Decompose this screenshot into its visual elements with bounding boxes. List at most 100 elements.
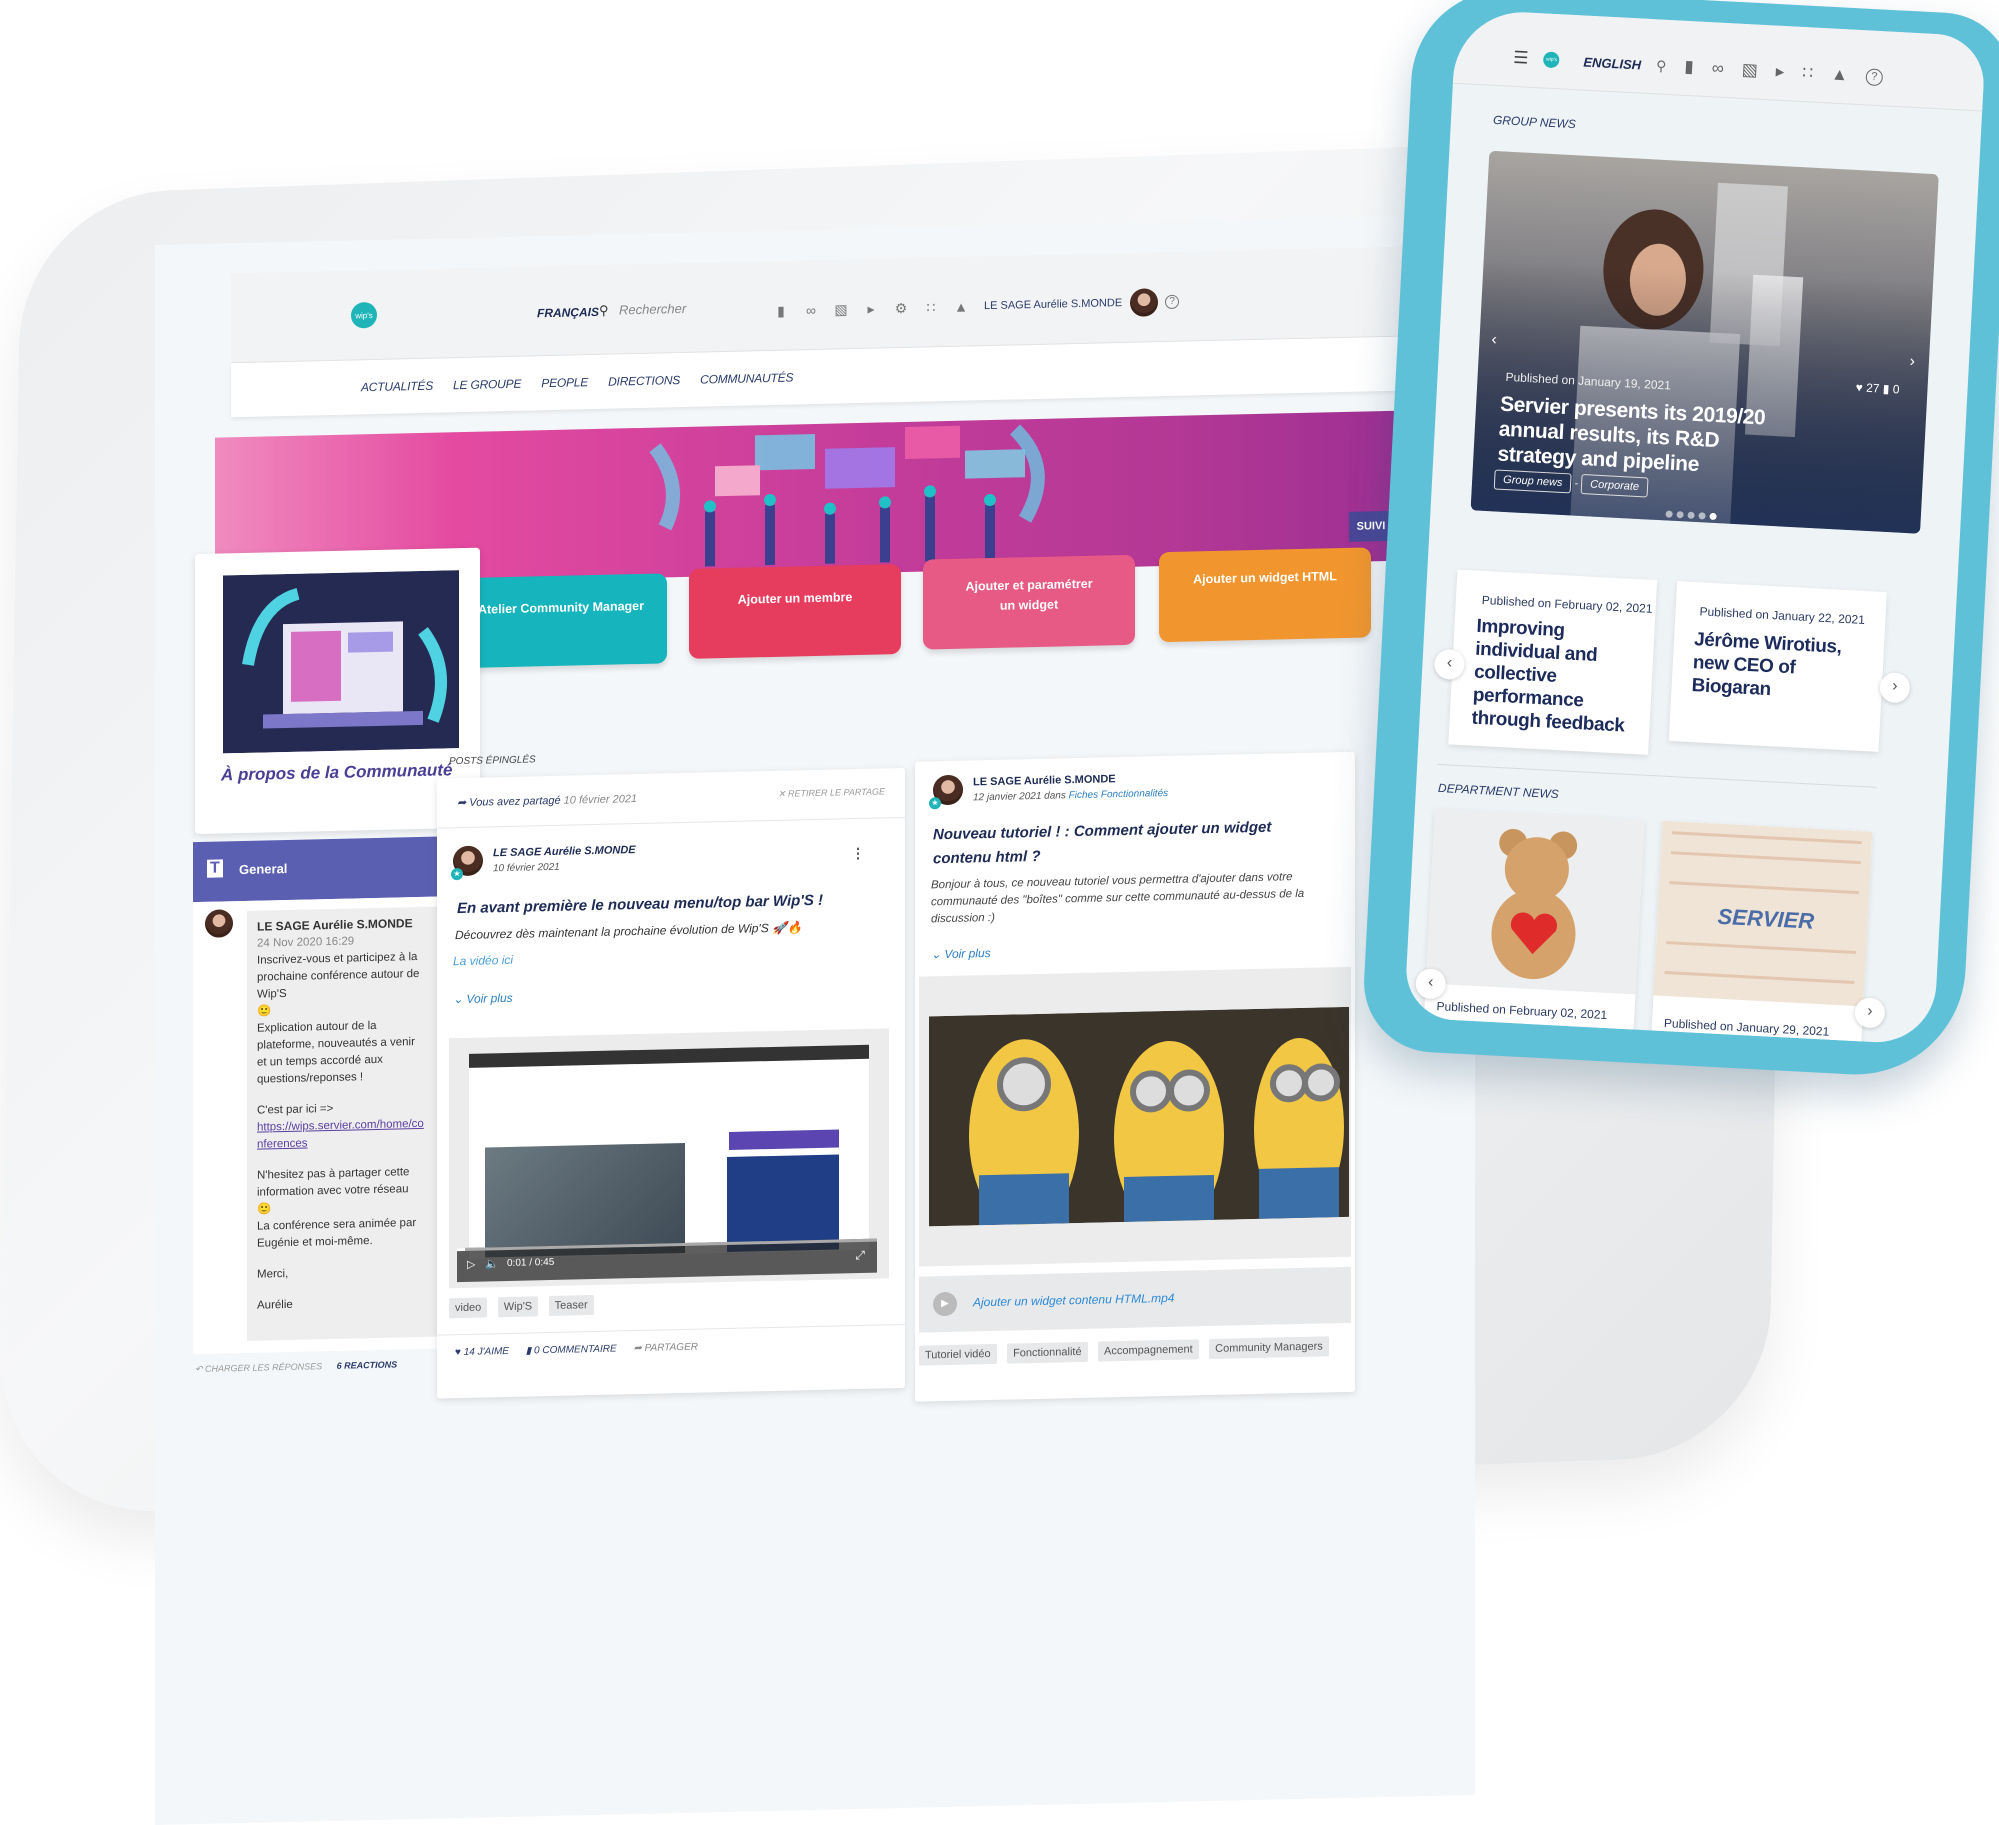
teams-message: LE SAGE Aurélie S.MONDE 24 Nov 2020 16:2… bbox=[247, 906, 437, 1341]
news-title[interactable]: Jérôme Wirotius, new CEO of Biogaran bbox=[1691, 628, 1874, 706]
teams-author-avatar bbox=[205, 909, 233, 938]
video-preview[interactable] bbox=[919, 966, 1351, 1267]
link-icon[interactable]: ∞ bbox=[803, 302, 819, 318]
share-info: ➦ Vous avez partagé 10 février 2021 ✕ RE… bbox=[437, 767, 905, 829]
news-card[interactable]: Published on February 02, 2021 Improving… bbox=[1448, 569, 1658, 755]
tag[interactable]: Tutoriel vidéo bbox=[919, 1343, 997, 1366]
language-selector[interactable]: FRANÇAIS bbox=[537, 305, 599, 320]
video-player[interactable]: ▷ 🔈 0:01 / 0:45 ⤢ bbox=[449, 1028, 889, 1289]
link-icon[interactable]: ∞ bbox=[1711, 58, 1724, 79]
carousel-dot[interactable] bbox=[1665, 510, 1673, 518]
see-more-link[interactable]: ⌄ Voir plus bbox=[931, 946, 991, 961]
menu-icon[interactable]: ☰ bbox=[1513, 48, 1529, 69]
quick-action-add-member[interactable]: Ajouter un membre bbox=[689, 564, 901, 659]
quick-action-html-widget[interactable]: Ajouter un widget HTML bbox=[1159, 547, 1371, 643]
nav-actualites[interactable]: ACTUALITÉS bbox=[361, 379, 433, 415]
tag[interactable]: Community Managers bbox=[1209, 1336, 1329, 1360]
tag-corporate[interactable]: Corporate bbox=[1580, 473, 1649, 498]
wips-logo[interactable]: wip's bbox=[1543, 51, 1560, 69]
comment-button[interactable]: ▮ 0 COMMENTAIRE bbox=[526, 1344, 617, 1357]
news-next-button[interactable]: › bbox=[1879, 671, 1911, 704]
comment-icon: ▮ bbox=[525, 1345, 535, 1357]
teddy-bear-image bbox=[1425, 808, 1645, 995]
bell-icon[interactable]: ▲ bbox=[1831, 65, 1849, 86]
volume-icon[interactable]: 🔈 bbox=[485, 1257, 499, 1270]
chat-icon[interactable]: ▮ bbox=[773, 303, 789, 319]
video-progress[interactable] bbox=[457, 1247, 466, 1252]
video-time: 0:01 / 0:45 bbox=[507, 1256, 555, 1269]
carousel-dot[interactable] bbox=[1676, 511, 1684, 519]
attachment-name[interactable]: Ajouter un widget contenu HTML.mp4 bbox=[973, 1291, 1174, 1310]
fullscreen-icon[interactable]: ⤢ bbox=[855, 1248, 865, 1263]
reactions-count[interactable]: 6 REACTIONS bbox=[337, 1359, 398, 1370]
news-carousel[interactable]: ‹ › Published on January 19, 2021 ♥ 27 ▮… bbox=[1470, 150, 1939, 534]
department-card[interactable]: SERVIER Published on January 29, 2021 Di… bbox=[1650, 820, 1873, 1046]
book-icon[interactable]: ▧ bbox=[1741, 60, 1758, 81]
like-button[interactable]: ♥ 14 J'AIME bbox=[455, 1346, 509, 1358]
category-link[interactable]: Fiches Fonctionnalités bbox=[1069, 788, 1169, 801]
tag[interactable]: Wip'S bbox=[497, 1296, 539, 1318]
megaphone-icon[interactable]: ▸ bbox=[1775, 62, 1785, 82]
apps-grid-icon[interactable]: ∷ bbox=[1802, 63, 1814, 84]
pinned-posts-label: POSTS ÉPINGLÉS bbox=[449, 754, 536, 768]
post-author[interactable]: LE SAGE Aurélie S.MONDE bbox=[493, 844, 636, 859]
post-title[interactable]: Nouveau tutoriel ! : Comment ajouter un … bbox=[933, 814, 1333, 871]
nav-people[interactable]: PEOPLE bbox=[541, 375, 588, 410]
phone-screen: ☰ wip's ENGLISH ⚲ ▮ ∞ ▧ ▸ ∷ ▲ ? GROUP NE… bbox=[1403, 8, 1987, 1046]
user-name[interactable]: LE SAGE Aurélie S.MONDE bbox=[984, 297, 1122, 312]
video-link[interactable]: La vidéo ici bbox=[453, 953, 513, 968]
department-next-button[interactable]: › bbox=[1854, 997, 1886, 1029]
post-title[interactable]: En avant première le nouveau menu/top ba… bbox=[457, 892, 823, 917]
bell-icon[interactable]: ▲ bbox=[953, 299, 969, 315]
about-title[interactable]: À propos de la Communauté bbox=[221, 760, 452, 785]
hero-title[interactable]: Servier presents its 2019/20 annual resu… bbox=[1497, 392, 1801, 483]
quick-action-community-manager[interactable]: Atelier Community Manager bbox=[455, 573, 667, 669]
attachment[interactable]: ▶ Ajouter un widget contenu HTML.mp4 bbox=[919, 1266, 1351, 1333]
news-card[interactable]: Published on January 22, 2021 Jérôme Wir… bbox=[1668, 581, 1887, 752]
apps-grid-icon[interactable]: ∷ bbox=[923, 299, 939, 315]
news-title[interactable]: Improving individual and collective perf… bbox=[1471, 615, 1647, 739]
nav-directions[interactable]: DIRECTIONS bbox=[608, 373, 680, 409]
help-icon[interactable]: ? bbox=[1865, 67, 1884, 86]
department-news-label: DEPARTMENT NEWS bbox=[1437, 780, 1560, 802]
post-tags: video Wip'S Teaser bbox=[449, 1295, 600, 1319]
tag[interactable]: Fonctionnalité bbox=[1007, 1341, 1088, 1364]
teams-link[interactable]: https://wips.servier.com/home/conference… bbox=[257, 1116, 427, 1154]
share-button[interactable]: ➦ PARTAGER bbox=[633, 1342, 698, 1354]
megaphone-icon[interactable]: ▸ bbox=[863, 301, 879, 317]
quick-action-add-widget[interactable]: Ajouter et paramétrer un widget bbox=[923, 554, 1135, 650]
search-icon[interactable]: ⚲ bbox=[599, 303, 609, 319]
see-more-link[interactable]: ⌄ Voir plus bbox=[453, 991, 513, 1006]
carousel-dot[interactable] bbox=[1687, 511, 1695, 519]
load-replies-link[interactable]: ↶ CHARGER LES RÉPONSES 6 REACTIONS bbox=[195, 1359, 397, 1375]
carousel-dot[interactable] bbox=[1709, 512, 1717, 521]
banner-illustration bbox=[649, 424, 1045, 567]
chat-icon[interactable]: ▮ bbox=[1684, 57, 1694, 77]
tag[interactable]: Teaser bbox=[548, 1295, 594, 1317]
wips-logo[interactable]: wip's bbox=[351, 301, 377, 329]
tag-group-news[interactable]: Group news bbox=[1493, 469, 1572, 494]
play-circle-icon[interactable]: ▶ bbox=[933, 1291, 957, 1317]
language-selector[interactable]: ENGLISH bbox=[1583, 54, 1642, 72]
post-body: Découvrez dès maintenant la prochaine év… bbox=[455, 920, 802, 943]
department-card[interactable]: Published on February 02, 2021 Photoboot… bbox=[1422, 808, 1645, 1046]
help-icon[interactable]: ? bbox=[1165, 294, 1180, 310]
teams-channel: General bbox=[239, 860, 288, 878]
search-icon[interactable]: ⚲ bbox=[1656, 57, 1667, 75]
post-author[interactable]: LE SAGE Aurélie S.MONDE bbox=[973, 773, 1116, 788]
user-avatar[interactable] bbox=[1130, 288, 1159, 317]
gear-icon[interactable]: ⚙ bbox=[893, 300, 909, 316]
unshare-button[interactable]: ✕ RETIRER LE PARTAGE bbox=[778, 786, 885, 799]
more-options-icon[interactable]: ⋮ bbox=[851, 845, 865, 862]
teams-text: La conférence sera animée par Eugénie et… bbox=[257, 1217, 417, 1250]
book-icon[interactable]: ▧ bbox=[833, 301, 849, 317]
tag[interactable]: Accompagnement bbox=[1098, 1339, 1199, 1362]
nav-le-groupe[interactable]: LE GROUPE bbox=[453, 377, 521, 413]
tag[interactable]: video bbox=[449, 1297, 488, 1319]
carousel-dot[interactable] bbox=[1698, 512, 1706, 520]
carousel-prev-icon[interactable]: ‹ bbox=[1491, 331, 1497, 349]
search-input[interactable]: Rechercher bbox=[619, 301, 686, 318]
nav-communautes[interactable]: COMMUNAUTÉS bbox=[700, 370, 793, 406]
carousel-next-icon[interactable]: › bbox=[1909, 353, 1915, 371]
play-icon[interactable]: ▷ bbox=[467, 1258, 475, 1271]
